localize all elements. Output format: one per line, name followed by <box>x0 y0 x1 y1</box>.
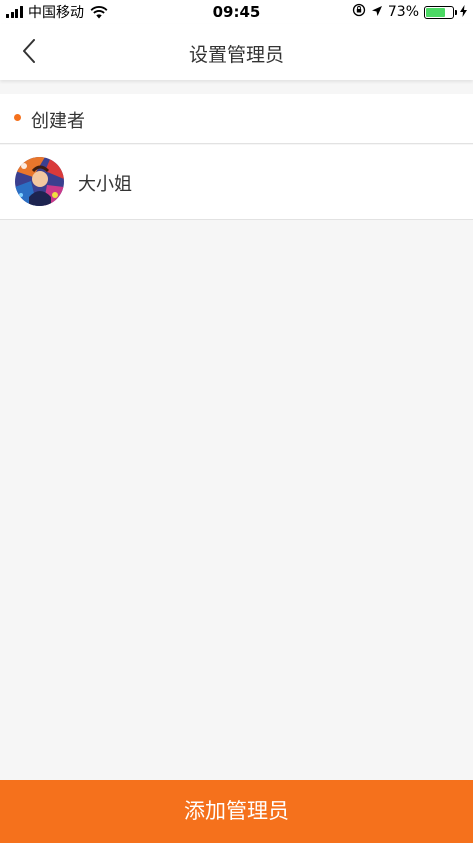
status-bar-right: 73% <box>347 3 467 21</box>
battery-icon <box>424 5 457 19</box>
member-row[interactable]: 大小姐 <box>0 145 473 220</box>
battery-fill <box>426 7 445 17</box>
section-header-creator: 创建者 <box>0 94 473 144</box>
nav-bar: 设置管理员 <box>0 24 473 80</box>
section-dot-icon <box>14 114 21 121</box>
member-name: 大小姐 <box>78 174 132 195</box>
section-label: 创建者 <box>31 111 85 132</box>
charging-icon <box>460 3 467 21</box>
page-title: 设置管理员 <box>188 44 284 66</box>
location-icon <box>371 3 383 21</box>
status-bar: 中国移动 09:45 73% <box>0 0 473 24</box>
avatar <box>15 157 64 206</box>
orientation-lock-icon <box>352 3 366 21</box>
battery-percent: 73% <box>387 4 419 20</box>
add-admin-button[interactable]: 添加管理员 <box>0 780 473 843</box>
